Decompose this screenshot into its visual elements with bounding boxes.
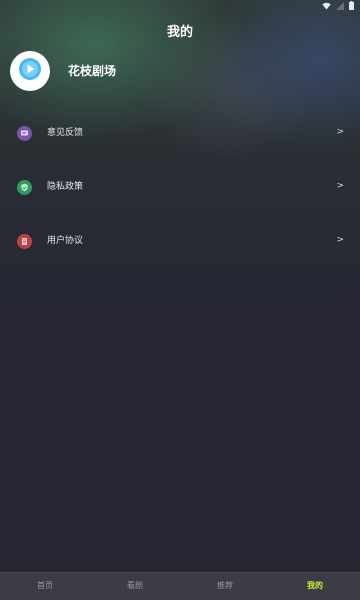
tab-mine[interactable]: 我的 bbox=[270, 573, 360, 600]
document-icon bbox=[17, 233, 32, 249]
play-icon bbox=[18, 57, 42, 85]
avatar[interactable] bbox=[10, 51, 50, 91]
shield-icon bbox=[17, 179, 32, 195]
profile-header[interactable]: 花枝剧场 bbox=[10, 51, 116, 91]
chevron-right-icon: > bbox=[336, 235, 344, 245]
chevron-right-icon: > bbox=[336, 127, 344, 137]
tab-watch[interactable]: 看剧 bbox=[90, 573, 180, 600]
menu-item-user-agreement[interactable]: 用户协议 > bbox=[0, 214, 360, 268]
menu-item-privacy-policy[interactable]: 隐私政策 > bbox=[0, 160, 360, 214]
menu-item-label: 意见反馈 bbox=[47, 128, 84, 138]
app-name: 花枝剧场 bbox=[68, 64, 117, 78]
tab-recommend[interactable]: 推荐 bbox=[180, 573, 270, 600]
menu-item-feedback[interactable]: 意见反馈 > bbox=[0, 106, 360, 160]
chevron-right-icon: > bbox=[336, 181, 344, 191]
settings-menu: 意见反馈 > 隐私政策 > 用户协议 > bbox=[0, 106, 360, 268]
signal-icon bbox=[336, 1, 344, 10]
bottom-tab-bar: 首页 看剧 推荐 我的 bbox=[0, 572, 360, 600]
feedback-icon bbox=[17, 125, 32, 141]
status-bar bbox=[0, 0, 360, 12]
wifi-icon bbox=[322, 2, 331, 10]
page-title: 我的 bbox=[166, 25, 193, 40]
menu-item-label: 隐私政策 bbox=[47, 182, 84, 192]
tab-home[interactable]: 首页 bbox=[0, 573, 90, 600]
menu-item-label: 用户协议 bbox=[47, 236, 84, 246]
battery-icon bbox=[349, 1, 354, 10]
